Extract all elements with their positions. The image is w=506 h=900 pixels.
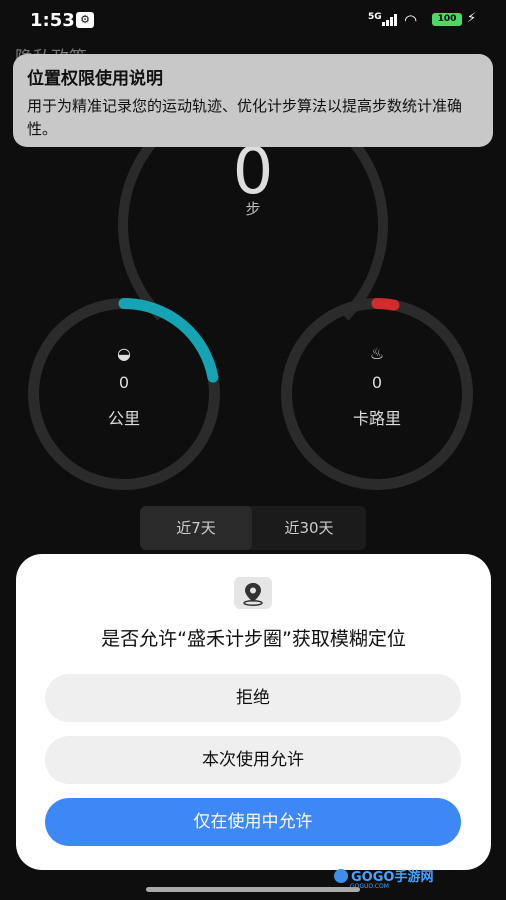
watermark-logo-icon <box>334 869 348 883</box>
banner-title: 位置权限使用说明 <box>27 69 163 89</box>
distance-progress-arc <box>28 298 220 490</box>
speedometer-icon: ◒ <box>117 344 131 363</box>
calories-unit: 卡路里 <box>352 409 401 428</box>
calories-ring: ♨ 0 卡路里 <box>281 298 473 490</box>
clock: 1:53 <box>30 10 75 31</box>
distance-unit: 公里 <box>107 409 140 428</box>
permission-explanation-banner: 位置权限使用说明 用于为精准记录您的运动轨迹、优化计步算法以提高步数统计准确性。 <box>13 54 493 147</box>
dialog-question: 是否允许“盛禾计步圈”获取模糊定位 <box>101 628 406 650</box>
signal-bars-icon <box>382 14 400 26</box>
calories-value: 0 <box>371 373 383 392</box>
allow-while-using-button[interactable]: 仅在使用中允许 <box>45 798 461 846</box>
tab-7-days[interactable]: 近7天 <box>140 506 252 550</box>
distance-value: 0 <box>118 373 130 392</box>
network-type: 5G <box>368 12 382 22</box>
status-bar: 1:53 ⚙ 5G ◠ 100 ⚡ <box>0 0 506 40</box>
home-indicator[interactable] <box>146 887 360 892</box>
battery-icon: 100 <box>432 13 462 26</box>
location-permission-dialog: 是否允许“盛禾计步圈”获取模糊定位 拒绝 本次使用允许 仅在使用中允许 <box>16 554 491 870</box>
location-pin-icon <box>234 577 272 609</box>
wifi-icon: ◠ <box>404 11 418 29</box>
wrench-icon: ⚙ <box>76 12 94 28</box>
banner-body: 用于为精准记录您的运动轨迹、优化计步算法以提高步数统计准确性。 <box>27 97 463 138</box>
deny-button[interactable]: 拒绝 <box>45 674 461 722</box>
charging-icon: ⚡ <box>467 11 477 26</box>
calories-progress-arc <box>281 298 473 490</box>
allow-once-button[interactable]: 本次使用允许 <box>45 736 461 784</box>
steps-unit: 步 <box>245 200 261 218</box>
tab-30-days[interactable]: 近30天 <box>253 506 365 550</box>
flame-icon: ♨ <box>369 344 385 363</box>
distance-ring: ◒ 0 公里 <box>28 298 220 490</box>
period-tabs: 近7天 近30天 <box>140 506 366 550</box>
watermark-sub: GOGUO.COM <box>350 883 389 890</box>
